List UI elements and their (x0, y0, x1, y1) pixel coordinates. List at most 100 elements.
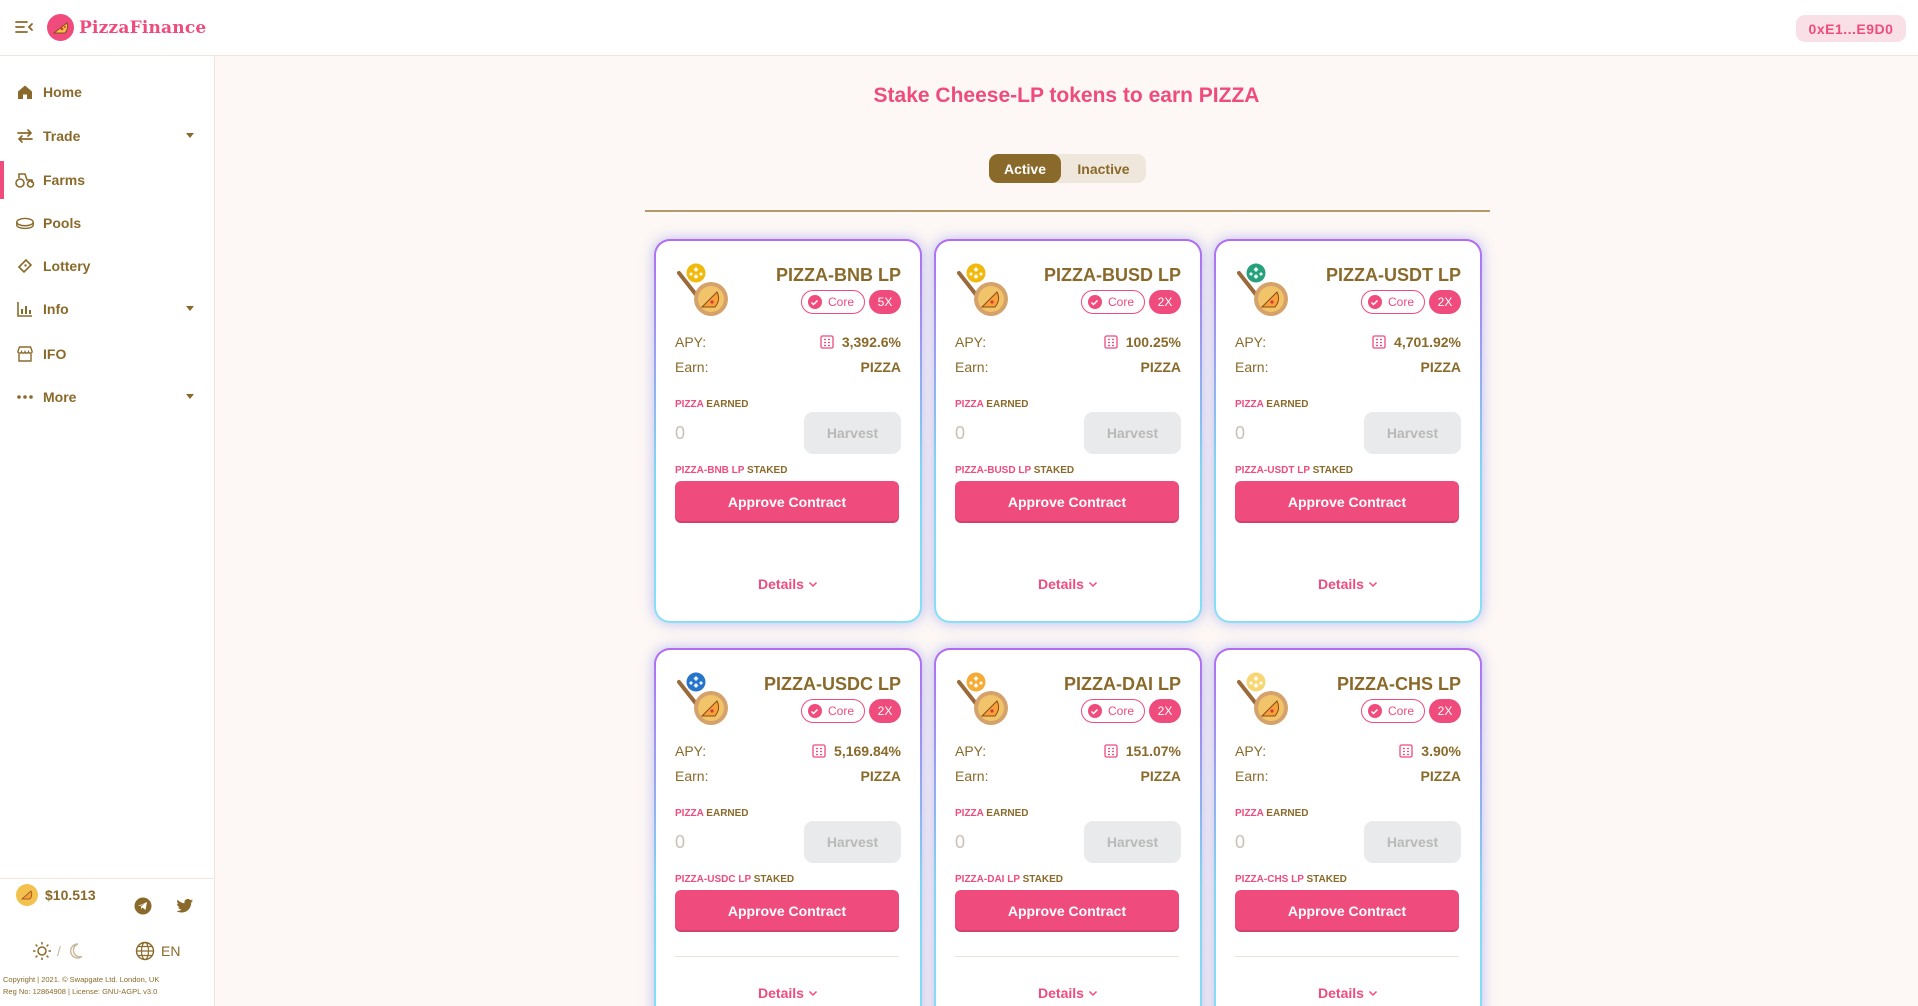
staked-label: PIZZA-DAI LP STAKED (955, 874, 1063, 885)
telegram-icon[interactable] (134, 897, 152, 915)
lp-token-icon (955, 670, 1013, 726)
details-toggle[interactable]: Details (936, 576, 1200, 592)
approve-contract-button[interactable]: Approve Contract (955, 890, 1179, 932)
approve-contract-button[interactable]: Approve Contract (955, 481, 1179, 523)
staked-token-label: PIZZA-DAI LP (955, 874, 1020, 885)
apy-value-group: 4,701.92% (1372, 334, 1461, 350)
farm-badges: Core 2X (1360, 699, 1461, 723)
earned-amount: 0 (675, 832, 686, 852)
sidebar-item-label: Farms (43, 172, 86, 188)
copyright-line: Reg No: 12864908 | License: GNU-AGPL v3.… (3, 987, 158, 996)
lp-token-icon (675, 261, 733, 317)
wallet-address-button[interactable]: 0xE1...E9D0 (1796, 15, 1906, 42)
harvest-button[interactable]: Harvest (1364, 412, 1461, 454)
details-label: Details (1038, 576, 1084, 592)
staked-suffix: STAKED (753, 874, 795, 885)
pizza-coin-icon (16, 884, 38, 906)
sidebar-item-info[interactable]: Info (0, 290, 214, 328)
pizza-price-value: $10.513 (45, 887, 96, 903)
chevron-down-icon (1088, 990, 1097, 996)
farm-card: PIZZA-BUSD LP Core 2X APY: 100.25% Earn:… (934, 239, 1202, 623)
harvest-button[interactable]: Harvest (1084, 821, 1181, 863)
earned-suffix: EARNED (1266, 399, 1309, 410)
pizza-price[interactable]: $10.513 (16, 884, 96, 906)
calculator-icon[interactable] (1399, 744, 1413, 758)
sidebar-item-ifo[interactable]: IFO (0, 335, 214, 373)
theme-toggle[interactable]: / (32, 941, 84, 961)
earned-token-label: PIZZA (1235, 808, 1264, 819)
details-toggle[interactable]: Details (656, 985, 920, 1001)
apy-label: APY: (1235, 334, 1267, 350)
approve-contract-button[interactable]: Approve Contract (675, 481, 899, 523)
shop-icon (15, 344, 35, 364)
brand-logo[interactable]: PizzaFinance (47, 14, 206, 41)
core-label: Core (827, 295, 854, 309)
twitter-icon[interactable] (176, 898, 194, 914)
sidebar-item-farms[interactable]: Farms (0, 161, 214, 199)
calculator-icon[interactable] (1104, 335, 1118, 349)
farm-badges: Core 2X (1080, 699, 1181, 723)
calculator-icon[interactable] (1104, 744, 1118, 758)
details-toggle[interactable]: Details (656, 576, 920, 592)
earn-token: PIZZA (1140, 359, 1181, 375)
details-toggle[interactable]: Details (1216, 576, 1480, 592)
approve-contract-button[interactable]: Approve Contract (1235, 481, 1459, 523)
farm-card: PIZZA-DAI LP Core 2X APY: 151.07% Earn: … (934, 648, 1202, 1006)
details-label: Details (758, 576, 804, 592)
farm-card: PIZZA-CHS LP Core 2X APY: 3.90% Earn: PI… (1214, 648, 1482, 1006)
earned-suffix: EARNED (986, 808, 1029, 819)
sidebar-item-home[interactable]: Home (0, 73, 214, 111)
earned-suffix: EARNED (986, 399, 1029, 410)
sidebar-item-lottery[interactable]: Lottery (0, 247, 214, 285)
apy-label: APY: (675, 743, 707, 759)
chevron-down-icon (808, 990, 817, 996)
chevron-down-icon (1088, 581, 1097, 587)
verified-check-icon (1087, 295, 1102, 309)
verified-check-icon (1087, 704, 1102, 718)
earn-label: Earn: (1235, 768, 1269, 784)
earned-suffix: EARNED (706, 808, 749, 819)
card-divider (1235, 956, 1459, 957)
verified-check-icon (807, 295, 822, 309)
calculator-icon[interactable] (812, 744, 826, 758)
sidebar-item-pools[interactable]: Pools (0, 204, 214, 242)
approve-contract-button[interactable]: Approve Contract (1235, 890, 1459, 932)
active-inactive-toggle: Active Inactive (989, 154, 1146, 183)
details-label: Details (758, 985, 804, 1001)
details-toggle[interactable]: Details (936, 985, 1200, 1001)
menu-collapse-icon[interactable] (14, 18, 34, 36)
ticket-icon (15, 256, 35, 276)
globe-icon (135, 941, 155, 961)
apy-value-group: 100.25% (1104, 334, 1181, 350)
copyright-text: Copyright | 2021. © Swapgate Ltd. London… (3, 974, 203, 998)
harvest-button[interactable]: Harvest (804, 821, 901, 863)
approve-contract-button[interactable]: Approve Contract (675, 890, 899, 932)
lp-token-icon (955, 261, 1013, 317)
tab-inactive[interactable]: Inactive (1061, 154, 1146, 183)
pizza-logo-icon (47, 14, 74, 41)
calculator-icon[interactable] (820, 335, 834, 349)
moon-icon[interactable] (66, 942, 84, 960)
details-toggle[interactable]: Details (1216, 985, 1480, 1001)
farm-card: PIZZA-USDC LP Core 2X APY: 5,169.84% Ear… (654, 648, 922, 1006)
sidebar-item-label: Pools (43, 215, 82, 231)
verified-check-icon (807, 704, 822, 718)
staked-token-label: PIZZA-USDC LP (675, 874, 751, 885)
language-selector[interactable]: EN (135, 941, 180, 961)
sidebar-item-trade[interactable]: Trade (0, 117, 214, 155)
harvest-button[interactable]: Harvest (804, 412, 901, 454)
core-badge: Core (800, 290, 865, 314)
more-icon (15, 387, 35, 407)
tab-active[interactable]: Active (989, 154, 1061, 183)
earned-amount: 0 (675, 423, 686, 443)
core-badge: Core (1360, 290, 1425, 314)
harvest-button[interactable]: Harvest (1364, 821, 1461, 863)
chevron-down-icon (1368, 990, 1377, 996)
calculator-icon[interactable] (1372, 335, 1386, 349)
details-label: Details (1318, 576, 1364, 592)
sidebar-item-more[interactable]: More (0, 378, 214, 416)
sidebar-item-label: More (43, 389, 77, 405)
sun-icon[interactable] (32, 941, 52, 961)
harvest-button[interactable]: Harvest (1084, 412, 1181, 454)
sidebar-item-label: Trade (43, 128, 81, 144)
